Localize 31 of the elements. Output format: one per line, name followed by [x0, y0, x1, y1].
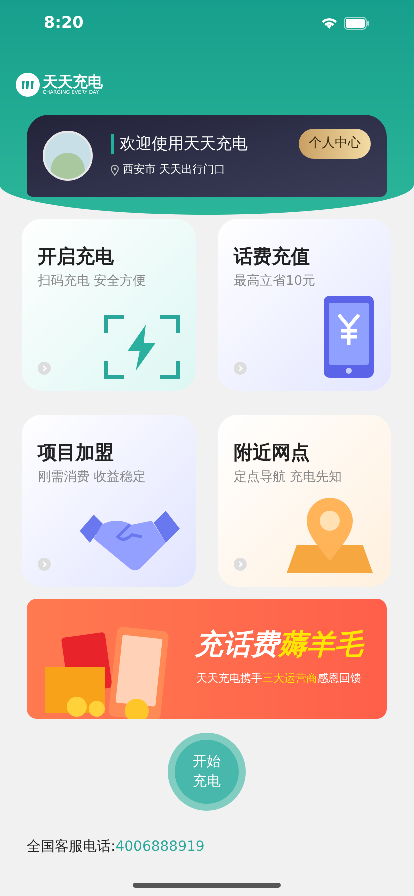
- banner-subtitle: 天天充电携手三大运营商感恩回馈: [196, 670, 362, 687]
- banner-title: 充话费薅羊毛: [195, 630, 363, 659]
- arrow-circle-icon: [38, 362, 51, 375]
- status-time: 8:20: [44, 12, 84, 34]
- phone-yuan-icon: [323, 295, 375, 379]
- card-subtitle: 扫码充电 安全方便: [38, 273, 148, 291]
- arrow-circle-icon: [234, 362, 247, 375]
- service-card[interactable]: 开启充电 扫码充电 安全方便: [22, 219, 196, 391]
- location-text: 西安市 天天出行门口: [123, 162, 226, 178]
- arrow-circle-icon: [234, 558, 247, 571]
- card-title: 开启充电: [38, 245, 115, 269]
- logo-icon: [16, 73, 40, 97]
- service-card[interactable]: 附近网点 定点导航 充电先知: [218, 415, 391, 587]
- card-title: 附近网点: [234, 441, 311, 465]
- map-pin-icon: [285, 495, 375, 575]
- personal-center-button[interactable]: 个人中心: [299, 129, 371, 159]
- card-title: 项目加盟: [38, 441, 115, 465]
- card-subtitle: 定点导航 充电先知: [234, 469, 344, 487]
- avatar: [43, 131, 93, 181]
- wifi-icon: [321, 17, 338, 29]
- arrow-circle-icon: [38, 558, 51, 571]
- battery-icon: [344, 16, 370, 30]
- service-card[interactable]: 项目加盟 刚需消费 收益稳定: [22, 415, 196, 587]
- scan-lightning-icon: [104, 315, 180, 379]
- card-subtitle: 最高立省10元: [234, 273, 317, 291]
- location-pin-icon: [111, 164, 119, 176]
- card-subtitle: 刚需消费 收益稳定: [38, 469, 148, 487]
- card-title: 话费充值: [234, 245, 311, 269]
- hotline-text: 全国客服电话:4006888919: [26, 838, 206, 857]
- service-card[interactable]: 话费充值 最高立省10元: [218, 219, 391, 391]
- logo-name: 天天充电: [43, 74, 103, 90]
